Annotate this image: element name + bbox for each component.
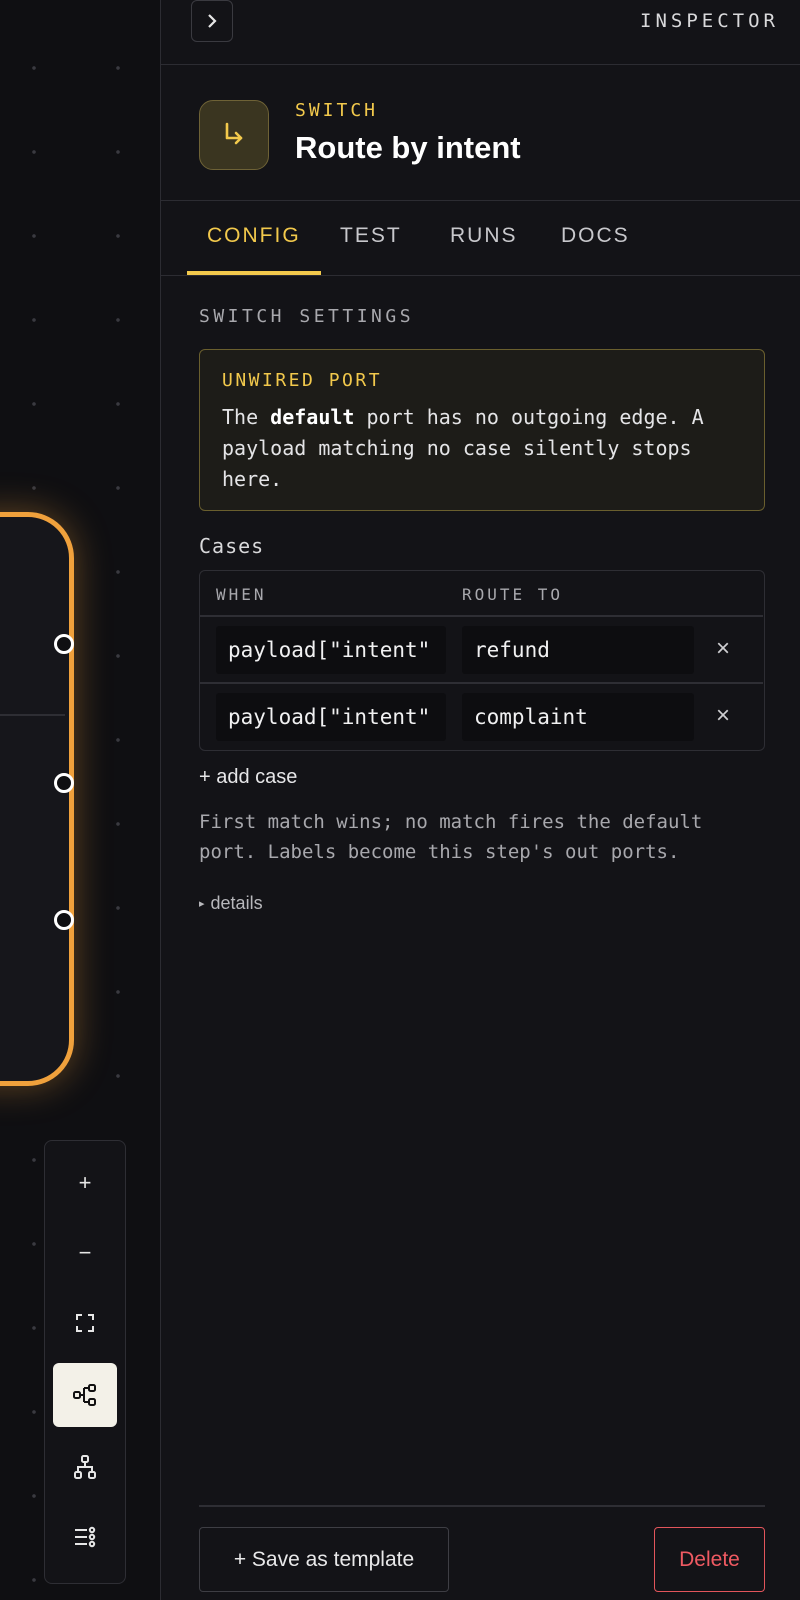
workflow-canvas[interactable]: + − [0, 0, 160, 1600]
zoom-out-button[interactable]: − [53, 1221, 117, 1285]
fit-view-button[interactable] [53, 1291, 117, 1355]
horizontal-layout-icon [73, 1384, 96, 1406]
case-when-input[interactable]: payload["intent" [216, 626, 446, 674]
output-port-default[interactable] [54, 910, 74, 930]
case-route-input[interactable]: complaint [462, 693, 694, 741]
chevron-right-icon [208, 14, 217, 28]
canvas-toolbar: + − [44, 1140, 126, 1584]
panel-title: INSPECTOR [640, 10, 779, 32]
zoom-in-button[interactable]: + [53, 1151, 117, 1215]
remove-case-button[interactable]: × [716, 702, 730, 730]
tab-test[interactable]: TEST [340, 224, 402, 248]
section-label: SWITCH SETTINGS [199, 306, 415, 327]
output-port-complaint[interactable] [54, 773, 74, 793]
list-settings-button[interactable] [53, 1505, 117, 1569]
horizontal-layout-button[interactable] [53, 1363, 117, 1427]
delete-button[interactable]: Delete [654, 1527, 765, 1592]
warning-text-prefix: The [222, 405, 271, 429]
case-when-input[interactable]: payload["intent" [216, 693, 446, 741]
selected-switch-node[interactable] [0, 512, 74, 1086]
fit-view-icon [76, 1314, 94, 1332]
warning-title: UNWIRED PORT [222, 370, 383, 391]
row-divider [200, 615, 763, 617]
save-as-template-button[interactable]: + Save as template [199, 1527, 449, 1592]
cases-table: WHEN ROUTE TO payload["intent" refund × … [199, 570, 765, 751]
output-port-refund[interactable] [54, 634, 74, 654]
column-header-route-to: ROUTE TO [462, 585, 564, 604]
tab-runs[interactable]: RUNS [450, 224, 518, 248]
tab-config[interactable]: CONFIG [207, 224, 301, 248]
inspector-panel: INSPECTOR SWITCH Route by intent CONFIG … [160, 0, 800, 1600]
remove-case-button[interactable]: × [716, 635, 730, 663]
node-title[interactable]: Route by intent [295, 130, 521, 166]
add-case-button[interactable]: + add case [199, 766, 297, 789]
node-type-label: SWITCH [295, 100, 379, 121]
details-label: details [210, 893, 263, 913]
tree-layout-icon [74, 1455, 96, 1479]
panel-header: INSPECTOR [161, 0, 800, 65]
column-header-when: WHEN [216, 585, 267, 604]
list-settings-icon [75, 1526, 96, 1548]
node-type-badge [199, 100, 269, 170]
collapse-panel-button[interactable] [191, 0, 233, 42]
details-toggle[interactable]: ▸ details [199, 893, 263, 914]
node-header: SWITCH Route by intent [161, 64, 800, 201]
warning-text-bold: default [270, 405, 355, 429]
tree-layout-button[interactable] [53, 1435, 117, 1499]
case-route-input[interactable]: refund [462, 626, 694, 674]
help-text: First match wins; no match fires the def… [199, 811, 703, 863]
active-tab-indicator [187, 271, 321, 275]
minus-icon: − [78, 1240, 92, 1265]
cases-label: Cases [199, 534, 265, 558]
tab-docs[interactable]: DOCS [561, 224, 630, 248]
warning-callout: UNWIRED PORT The default port has no out… [199, 349, 765, 511]
warning-text: The default port has no outgoing edge. A… [222, 402, 742, 495]
plus-icon: + [78, 1170, 92, 1195]
caret-right-icon: ▸ [199, 898, 205, 910]
footer-divider [199, 1505, 765, 1507]
branch-arrow-icon [225, 122, 243, 145]
inspector-tabs: CONFIG TEST RUNS DOCS [161, 200, 800, 276]
node-divider [0, 714, 65, 716]
row-divider [200, 682, 763, 684]
